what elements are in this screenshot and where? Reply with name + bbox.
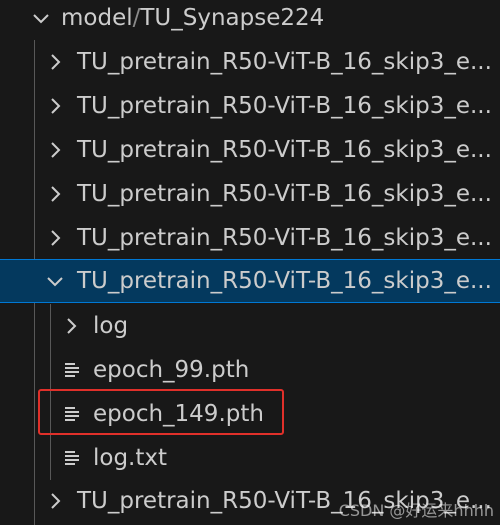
folder-label: TU_pretrain_R50-ViT-B_16_skip3_e...: [77, 225, 492, 251]
watermark-text: CSDN @好运来hhhh: [338, 501, 494, 520]
tree-folder-row[interactable]: TU_pretrain_R50-ViT-B_16_skip3_e...: [0, 84, 500, 128]
chevron-down-icon[interactable]: [30, 7, 52, 29]
tree-folder-row[interactable]: TU_pretrain_R50-ViT-B_16_skip3_e...: [0, 40, 500, 84]
file-label: epoch_99.pth: [93, 357, 250, 383]
file-label: log.txt: [93, 445, 168, 471]
folder-label: log: [93, 313, 129, 339]
tree-file-row[interactable]: log.txt: [0, 436, 500, 480]
tree-folder-row-log[interactable]: log: [0, 304, 500, 348]
tree-root-row[interactable]: model/TU_Synapse224: [0, 0, 500, 40]
chevron-right-icon[interactable]: [60, 315, 82, 337]
chevron-right-icon[interactable]: [44, 51, 66, 73]
file-explorer-tree: model/TU_Synapse224 TU_pretrain_R50-ViT-…: [0, 0, 500, 525]
chevron-down-icon[interactable]: [44, 270, 66, 292]
root-subfolder-label[interactable]: TU_Synapse224: [140, 5, 324, 31]
chevron-right-icon[interactable]: [44, 95, 66, 117]
tree-folder-row[interactable]: TU_pretrain_R50-ViT-B_16_skip3_e...: [0, 216, 500, 260]
chevron-right-icon[interactable]: [44, 139, 66, 161]
chevron-right-icon[interactable]: [44, 490, 66, 512]
tree-folder-row[interactable]: TU_pretrain_R50-ViT-B_16_skip3_e...: [0, 128, 500, 172]
tree-file-row[interactable]: epoch_99.pth: [0, 348, 500, 392]
folder-label: TU_pretrain_R50-ViT-B_16_skip3_e...: [77, 49, 492, 75]
folder-label: TU_pretrain_R50-ViT-B_16_skip3_e...: [77, 268, 492, 294]
file-lines-icon: [61, 359, 83, 381]
folder-label: TU_pretrain_R50-ViT-B_16_skip3_e...: [77, 93, 492, 119]
tree-folder-row[interactable]: TU_pretrain_R50-ViT-B_16_skip3_e...: [0, 172, 500, 216]
annotation-highlight-box: [38, 389, 284, 435]
root-breadcrumb: model/TU_Synapse224: [61, 0, 324, 40]
folder-label: TU_pretrain_R50-ViT-B_16_skip3_e...: [77, 137, 492, 163]
tree-folder-row-selected[interactable]: TU_pretrain_R50-ViT-B_16_skip3_e...: [0, 259, 500, 303]
root-folder-label[interactable]: model: [61, 5, 133, 31]
chevron-right-icon[interactable]: [44, 183, 66, 205]
file-lines-icon: [61, 447, 83, 469]
chevron-right-icon[interactable]: [44, 227, 66, 249]
folder-label: TU_pretrain_R50-ViT-B_16_skip3_e...: [77, 181, 492, 207]
